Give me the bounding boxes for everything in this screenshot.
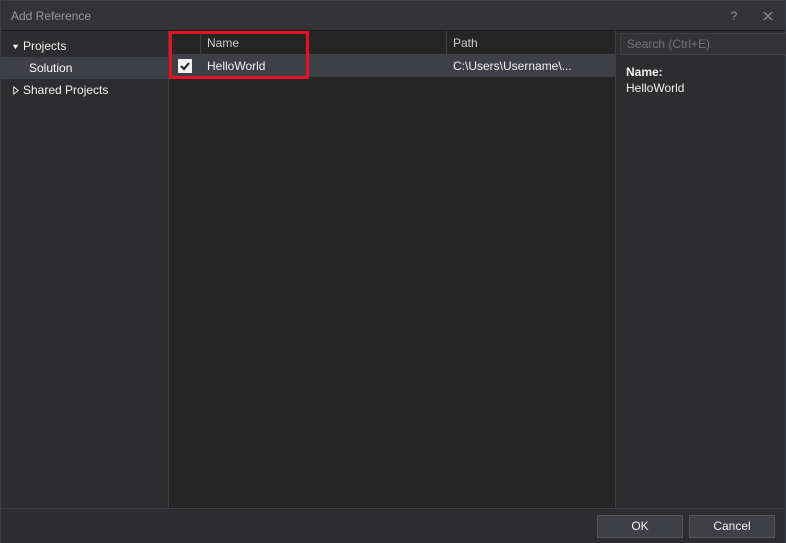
chevron-right-icon (9, 84, 21, 96)
column-header-check (169, 31, 201, 54)
search-input[interactable] (620, 33, 786, 55)
column-header-name[interactable]: Name (201, 31, 447, 54)
main-area: Projects Solution Shared Projects Name P… (1, 31, 785, 508)
cancel-button[interactable]: Cancel (689, 515, 775, 538)
column-header-path[interactable]: Path (447, 31, 615, 54)
close-icon (763, 11, 773, 21)
tree-item-projects[interactable]: Projects (1, 35, 168, 57)
cell-path: C:\Users\Username\... (447, 59, 615, 73)
row-path: C:\Users\Username\... (453, 59, 572, 73)
window-title: Add Reference (11, 9, 717, 23)
close-button[interactable] (751, 1, 785, 31)
details-name-value: HelloWorld (626, 81, 775, 95)
row-name: HelloWorld (207, 59, 265, 73)
help-icon: ? (731, 9, 738, 23)
sidebar: Projects Solution Shared Projects (1, 31, 169, 508)
chevron-down-icon (9, 40, 21, 52)
ok-button[interactable]: OK (597, 515, 683, 538)
tree-item-shared-projects[interactable]: Shared Projects (1, 79, 168, 101)
titlebar: Add Reference ? (1, 1, 785, 31)
table-row[interactable]: HelloWorld C:\Users\Username\... (169, 55, 615, 77)
checkbox[interactable] (178, 59, 192, 73)
help-button[interactable]: ? (717, 1, 751, 31)
checkmark-icon (179, 60, 191, 72)
col-name-label: Name (207, 36, 239, 50)
col-path-label: Path (453, 36, 478, 50)
cancel-label: Cancel (713, 519, 750, 533)
tree-item-solution[interactable]: Solution (1, 57, 168, 79)
column-headers: Name Path (169, 31, 615, 55)
search-row (616, 31, 785, 57)
right-pane: Name: HelloWorld (615, 31, 785, 508)
details-panel: Name: HelloWorld (616, 57, 785, 103)
cell-name: HelloWorld (201, 59, 447, 73)
ok-label: OK (631, 519, 648, 533)
footer: OK Cancel (1, 508, 785, 543)
tree-label-projects: Projects (23, 39, 66, 53)
content-pane: Name Path HelloWorld C:\Users\Username\.… (169, 31, 615, 508)
cell-check (169, 59, 201, 73)
details-name-label: Name: (626, 65, 775, 79)
tree-label-solution: Solution (29, 61, 72, 75)
tree-label-shared: Shared Projects (23, 83, 108, 97)
